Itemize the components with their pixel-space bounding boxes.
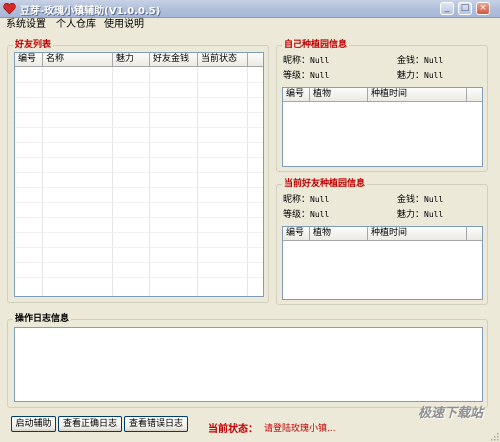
own-garden-header: 编号 植物 种植时间 (283, 88, 482, 102)
minimize-icon[interactable]: _ (440, 2, 454, 15)
own-level-value: Null (310, 71, 330, 80)
view-error-log-button[interactable]: 查看错误日志 (124, 416, 188, 432)
menu-help[interactable]: 使用说明 (104, 19, 144, 31)
friend-garden-title: 当前好友种植园信息 (282, 179, 368, 190)
own-charm-row: 魅力：Null (397, 70, 443, 82)
column-header-status[interactable]: 当前状态 (198, 53, 248, 67)
column-header-friend-gold[interactable]: 好友金钱 (150, 53, 198, 67)
window-title: 豆芽-玫瑰小镇辅助(V1.0.0.5) (20, 6, 161, 17)
column-header-filler (467, 88, 482, 102)
row-gridline (15, 157, 263, 158)
own-garden-title: 自己种植园信息 (282, 40, 350, 51)
operation-log-title: 操作日志信息 (13, 314, 72, 325)
menu-bar: 系统设置 个人仓库 使用说明 (0, 18, 500, 33)
operation-log-textarea[interactable] (14, 327, 483, 402)
own-nickname-row: 昵称：Null (283, 55, 329, 67)
friend-gold-label: 金钱： (397, 195, 425, 205)
column-header-filler (248, 53, 263, 67)
column-header-name[interactable]: 名称 (43, 53, 113, 67)
row-gridline (15, 112, 263, 113)
row-gridline (15, 247, 263, 248)
friend-charm-label: 魅力： (397, 210, 425, 220)
column-header-id[interactable]: 编号 (283, 88, 310, 102)
title-bar[interactable]: 豆芽-玫瑰小镇辅助(V1.0.0.5) _ □ × (0, 0, 500, 18)
friend-nickname-row: 昵称：Null (283, 194, 329, 206)
column-header-charm[interactable]: 魅力 (113, 53, 150, 67)
own-charm-value: Null (424, 71, 444, 80)
row-gridline (15, 262, 263, 263)
friend-list-header: 编号 名称 魅力 好友金钱 当前状态 (15, 53, 263, 67)
row-gridline (15, 97, 263, 98)
friend-level-row: 等级：Null (283, 209, 329, 221)
start-assist-button[interactable]: 启动辅助 (11, 416, 56, 432)
own-nickname-value: Null (310, 56, 330, 65)
friend-level-value: Null (310, 210, 330, 219)
app-heart-icon (3, 2, 16, 15)
own-gold-row: 金钱：Null (397, 55, 443, 67)
current-status-value: 请登陆玫瑰小镇... (264, 424, 336, 434)
column-header-plant-time[interactable]: 种植时间 (368, 88, 467, 102)
friend-charm-value: Null (424, 210, 444, 219)
friend-charm-row: 魅力：Null (397, 209, 443, 221)
friend-level-label: 等级： (283, 210, 311, 220)
own-charm-label: 魅力： (397, 71, 425, 81)
friend-garden-header: 编号 植物 种植时间 (283, 227, 482, 241)
row-gridline (15, 187, 263, 188)
friend-list-title: 好友列表 (13, 40, 54, 51)
own-gold-label: 金钱： (397, 56, 425, 66)
column-header-plant-time[interactable]: 种植时间 (368, 227, 467, 241)
row-gridline (15, 202, 263, 203)
row-gridline (15, 277, 263, 278)
view-correct-log-button[interactable]: 查看正确日志 (58, 416, 122, 432)
resize-grip-icon[interactable] (489, 431, 499, 441)
menu-system-settings[interactable]: 系统设置 (6, 19, 46, 31)
column-header-id[interactable]: 编号 (283, 227, 310, 241)
column-header-plant[interactable]: 植物 (310, 227, 368, 241)
row-gridline (15, 172, 263, 173)
row-gridline (15, 142, 263, 143)
maximize-icon[interactable]: □ (458, 2, 472, 15)
friend-nickname-value: Null (310, 195, 330, 204)
column-header-id[interactable]: 编号 (15, 53, 43, 67)
own-gold-value: Null (424, 56, 444, 65)
friend-garden-table[interactable]: 编号 植物 种植时间 (282, 226, 483, 300)
column-header-filler (467, 227, 482, 241)
menu-personal-warehouse[interactable]: 个人仓库 (56, 19, 96, 31)
watermark-text: 极速下载站 (418, 406, 484, 421)
row-gridline (15, 217, 263, 218)
row-gridline (15, 82, 263, 83)
current-status-label: 当前状态： (208, 424, 258, 435)
friend-gold-value: Null (424, 195, 444, 204)
friend-nickname-label: 昵称： (283, 195, 311, 205)
friend-list-table[interactable]: 编号 名称 魅力 好友金钱 当前状态 (14, 52, 264, 297)
column-header-plant[interactable]: 植物 (310, 88, 368, 102)
friend-gold-row: 金钱：Null (397, 194, 443, 206)
close-icon[interactable]: × (476, 2, 490, 15)
row-gridline (15, 127, 263, 128)
own-level-label: 等级： (283, 71, 311, 81)
own-nickname-label: 昵称： (283, 56, 311, 66)
row-gridline (15, 232, 263, 233)
own-garden-table[interactable]: 编号 植物 种植时间 (282, 87, 483, 167)
own-level-row: 等级：Null (283, 70, 329, 82)
